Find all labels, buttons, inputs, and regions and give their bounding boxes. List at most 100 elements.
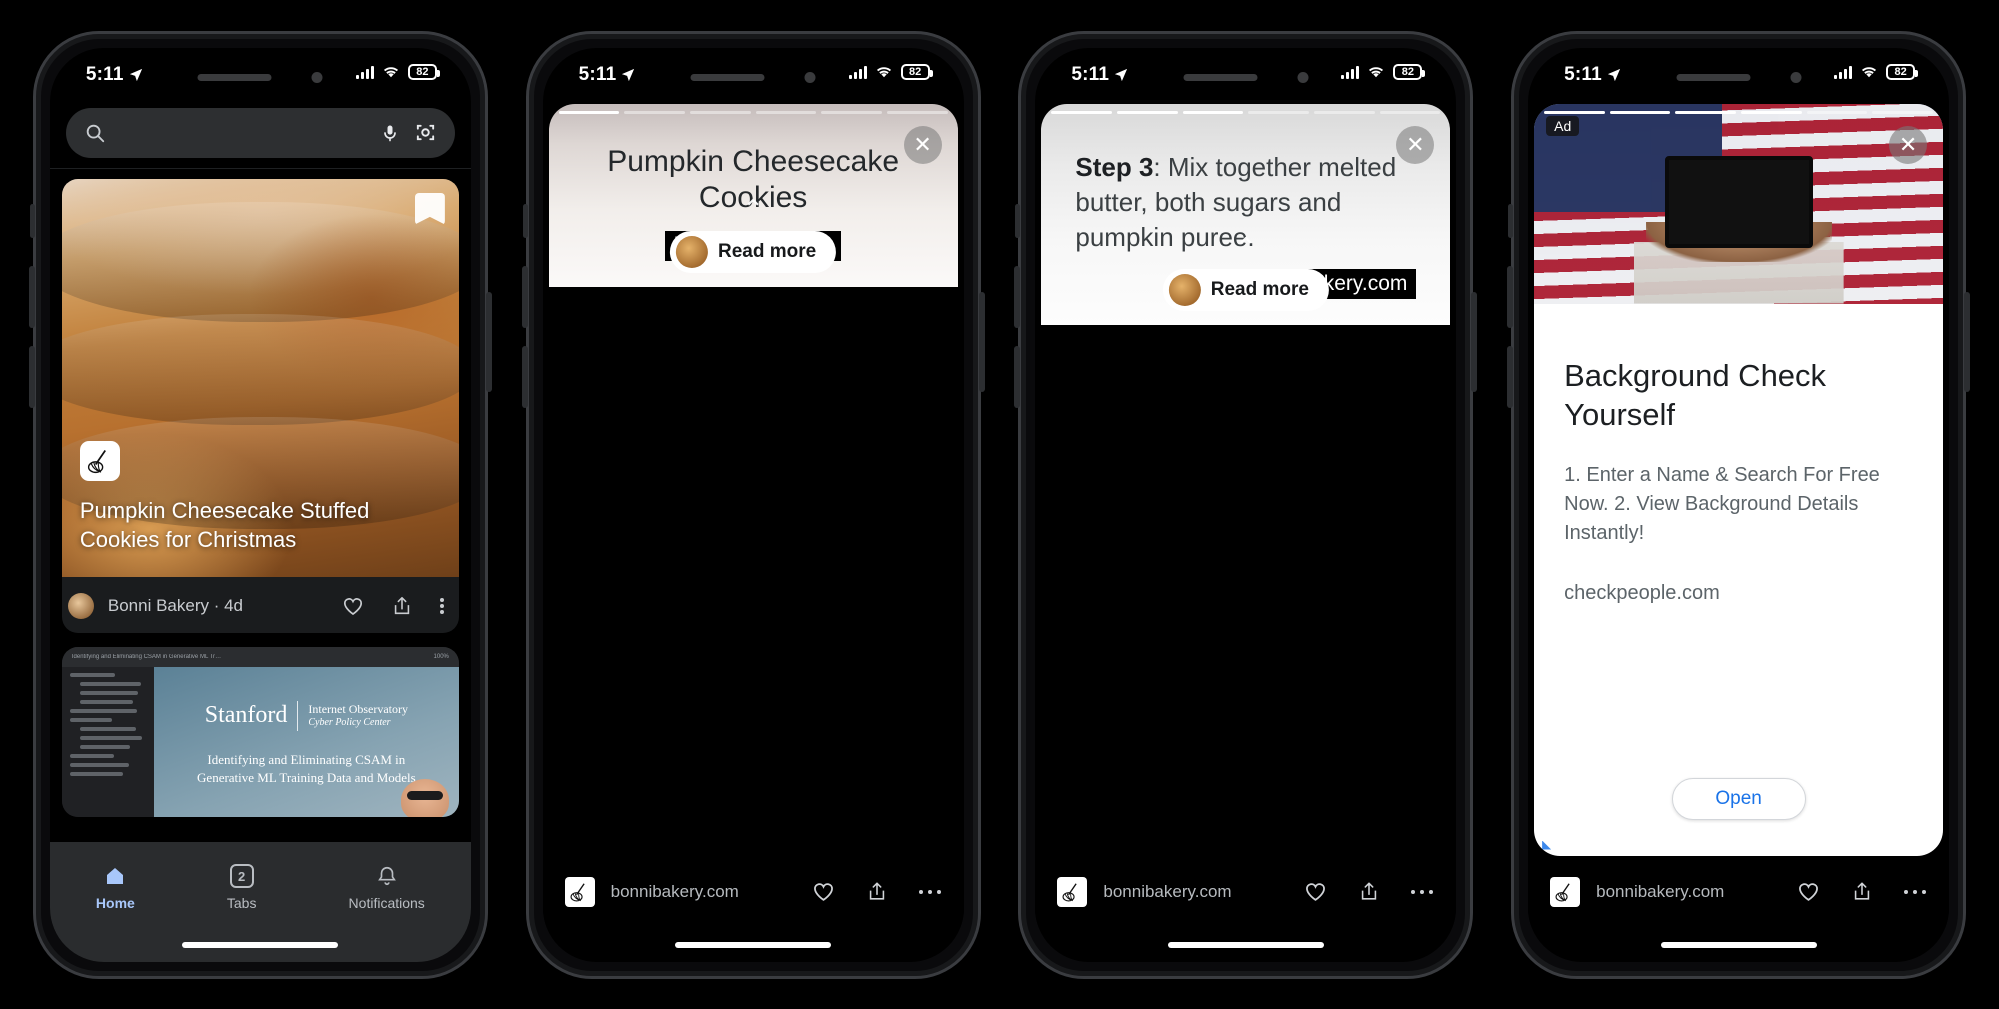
- document-preview: Identifying and Eliminating CSAM in Gene…: [61, 646, 459, 817]
- card-image: Pumpkin Cheesecake Stuffed Cookies for C…: [61, 178, 459, 577]
- chevron-up-icon[interactable]: ⌃: [742, 194, 764, 225]
- heart-icon[interactable]: [811, 879, 836, 904]
- volume-down-button[interactable]: [521, 345, 528, 408]
- more-horizontal-icon[interactable]: [1903, 888, 1927, 896]
- read-more-button[interactable]: Read more: [670, 230, 837, 273]
- nav-label-notifications: Notifications: [348, 895, 425, 911]
- volume-up-button[interactable]: [28, 265, 35, 328]
- stanford-logo: Stanford Internet Observatory Cyber Poli…: [154, 700, 459, 731]
- phone-1-screen: 5:11 82 Pumpkin Cheesecake Stuffed Cooki…: [49, 47, 471, 962]
- nav-item-tabs[interactable]: 2 Tabs: [226, 864, 257, 911]
- home-indicator[interactable]: [49, 927, 471, 962]
- silent-switch[interactable]: [522, 203, 528, 238]
- ad-body: Background Check Yourself 1. Enter a Nam…: [1534, 304, 1943, 856]
- battery-level: 82: [909, 65, 922, 78]
- share-icon[interactable]: [391, 594, 413, 618]
- search-input[interactable]: [119, 122, 366, 143]
- battery-icon: 82: [1886, 63, 1919, 80]
- power-button[interactable]: [1964, 291, 1971, 392]
- location-arrow-icon: [129, 68, 142, 81]
- share-icon[interactable]: [1358, 879, 1380, 904]
- stanford-wordmark: Stanford: [204, 702, 288, 728]
- story-bottom-bar: bonnibakery.com: [1528, 855, 1950, 928]
- close-icon[interactable]: ✕: [1889, 125, 1928, 164]
- silent-switch[interactable]: [1015, 203, 1021, 238]
- ad-corner-marker: [1542, 840, 1552, 850]
- feed-card-document[interactable]: Identifying and Eliminating CSAM in Gene…: [61, 646, 459, 817]
- power-button[interactable]: [978, 291, 985, 392]
- read-more-button[interactable]: Read more: [1162, 268, 1329, 311]
- document-tab-title: Identifying and Eliminating CSAM in Gene…: [71, 653, 222, 660]
- heart-icon[interactable]: [1303, 879, 1328, 904]
- cellular-signal-icon: [848, 65, 867, 79]
- home-indicator[interactable]: [1035, 928, 1456, 962]
- location-arrow-icon: [1115, 68, 1128, 81]
- home-indicator[interactable]: [543, 928, 964, 962]
- silent-switch[interactable]: [1508, 203, 1514, 238]
- battery-level: 82: [1401, 65, 1414, 78]
- story-progress: [1544, 110, 1934, 114]
- heart-icon[interactable]: [341, 594, 365, 618]
- document-outline: [61, 646, 154, 817]
- open-button[interactable]: Open: [1671, 777, 1806, 820]
- volume-up-button[interactable]: [1507, 265, 1514, 328]
- microphone-icon[interactable]: [380, 121, 400, 145]
- story-card[interactable]: ✕ Step 3: Mix together melted butter, bo…: [1041, 103, 1451, 856]
- story-progress: [1051, 110, 1441, 114]
- close-icon[interactable]: ✕: [903, 125, 942, 164]
- feed-card-recipe[interactable]: Pumpkin Cheesecake Stuffed Cookies for C…: [61, 178, 459, 633]
- silent-switch[interactable]: [29, 203, 35, 238]
- volume-down-button[interactable]: [1507, 345, 1514, 408]
- more-vertical-icon[interactable]: [439, 594, 445, 618]
- phone-1-search-feed: 5:11 82 Pumpkin Cheesecake Stuffed Cooki…: [28, 30, 492, 979]
- close-icon[interactable]: ✕: [1396, 125, 1435, 164]
- ad-badge: Ad: [1546, 115, 1580, 136]
- volume-up-button[interactable]: [521, 265, 528, 328]
- story-bottom-bar: bonnibakery.com: [542, 855, 964, 928]
- whisk-icon: [564, 876, 595, 907]
- camera-lens-icon[interactable]: [414, 121, 437, 144]
- whisk-icon: [1057, 876, 1088, 907]
- power-button[interactable]: [1471, 291, 1478, 392]
- status-time: 5:11: [85, 63, 124, 85]
- ad-url: checkpeople.com: [1564, 581, 1720, 604]
- story-domain: bonnibakery.com: [1103, 881, 1232, 901]
- home-indicator[interactable]: [1528, 928, 1949, 962]
- read-more-label: Read more: [718, 240, 817, 262]
- ad-card[interactable]: Ad ✕ Background Check Yourself 1. Enter …: [1534, 103, 1944, 856]
- more-horizontal-icon[interactable]: [918, 888, 942, 896]
- share-icon[interactable]: [866, 879, 888, 904]
- bottom-navigation: Home 2 Tabs Notifications: [49, 841, 471, 928]
- feed-list[interactable]: Pumpkin Cheesecake Stuffed Cookies for C…: [49, 167, 471, 842]
- stanford-subtitle: Internet Observatory: [308, 701, 409, 716]
- volume-down-button[interactable]: [1014, 345, 1021, 408]
- volume-down-button[interactable]: [28, 345, 35, 408]
- person-thumbnail: [400, 778, 449, 817]
- bell-icon: [377, 866, 396, 886]
- status-time: 5:11: [1071, 63, 1110, 85]
- story-card[interactable]: ✕ Pumpkin Cheesecake Cookies bonnibakery…: [548, 103, 958, 856]
- cellular-signal-icon: [1341, 65, 1360, 79]
- phone-gallery: 5:11 82 Pumpkin Cheesecake Stuffed Cooki…: [0, 0, 1999, 1009]
- power-button[interactable]: [485, 291, 492, 392]
- whisk-glyph: [1555, 882, 1570, 901]
- battery-icon: 82: [407, 63, 440, 80]
- battery-icon: 82: [900, 63, 933, 80]
- bookmark-icon[interactable]: [414, 192, 445, 225]
- battery-level: 82: [416, 65, 429, 78]
- card-actions: [341, 594, 451, 618]
- share-icon[interactable]: [1851, 879, 1873, 904]
- document-zoom: 100%: [433, 653, 449, 660]
- wifi-icon: [1369, 67, 1384, 78]
- stanford-subtitle-2: Cyber Policy Center: [308, 716, 391, 728]
- chevron-up-icon[interactable]: ⌃: [1235, 232, 1257, 263]
- volume-up-button[interactable]: [1014, 265, 1021, 328]
- heart-icon[interactable]: [1796, 879, 1821, 904]
- more-horizontal-icon[interactable]: [1410, 888, 1434, 896]
- status-right: 82: [355, 63, 440, 80]
- nav-item-notifications[interactable]: Notifications: [349, 864, 425, 911]
- search-bar[interactable]: [65, 107, 455, 158]
- nav-label-tabs: Tabs: [226, 895, 257, 911]
- cellular-signal-icon: [355, 65, 374, 79]
- nav-item-home[interactable]: Home: [96, 864, 135, 911]
